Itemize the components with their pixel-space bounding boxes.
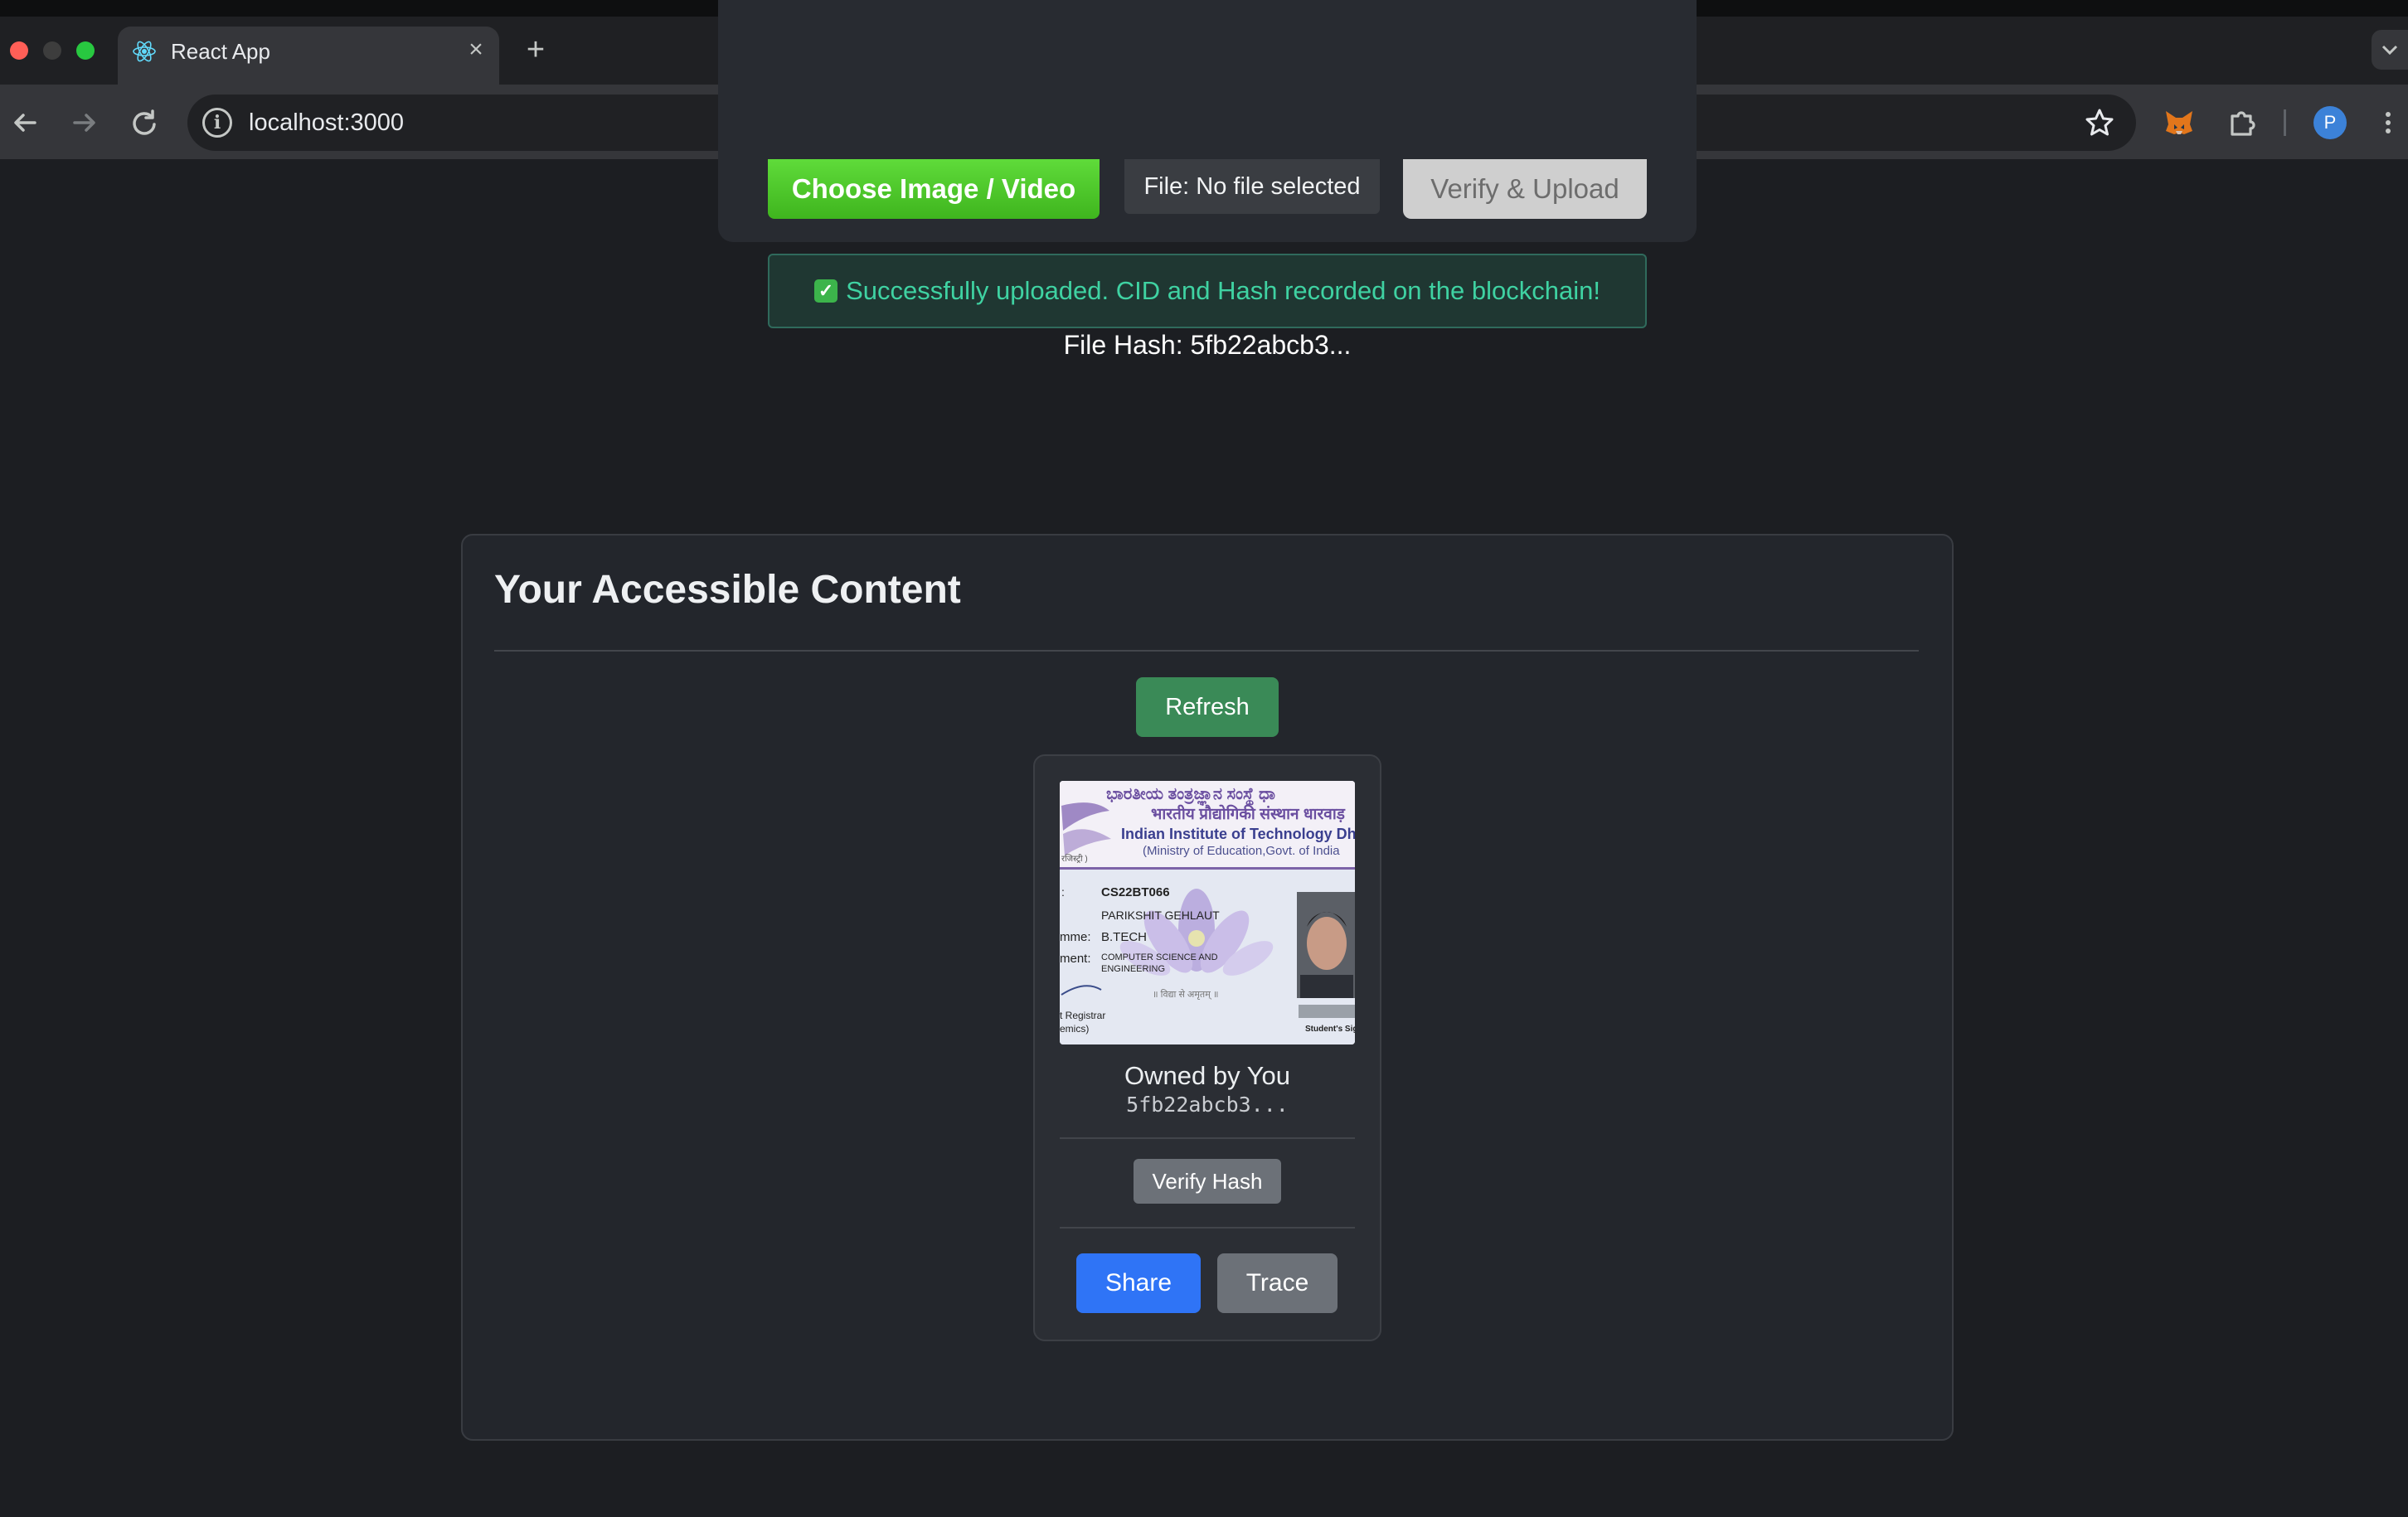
maximize-window-button[interactable] <box>76 41 95 60</box>
menu-kebab-icon[interactable] <box>2378 104 2398 141</box>
card-divider <box>1060 1137 1355 1139</box>
file-hash-text: File Hash: 5fb22abcb3... <box>1063 330 1352 360</box>
section-title: Your Accessible Content <box>494 568 961 612</box>
content-thumbnail[interactable]: ಭಾರತೀಯ ತಂತ್ರಜ್ಞಾನ ಸಂಸ್ಥೆ ಧಾ भारतीय प्रौद… <box>1060 781 1355 1044</box>
metamask-fox-icon[interactable] <box>2163 106 2196 139</box>
minimize-window-button[interactable] <box>43 41 61 60</box>
id-card-department-label: ment: <box>1060 952 1091 966</box>
id-card-department-1: COMPUTER SCIENCE AND <box>1101 952 1218 962</box>
bookmark-star-icon[interactable] <box>2081 104 2118 141</box>
id-card-registrar-2: emics) <box>1060 1023 1090 1035</box>
id-card-department-2: ENGINEERING <box>1101 964 1166 974</box>
selected-file-label: File: No file selected <box>1124 159 1380 214</box>
url-text[interactable]: localhost:3000 <box>249 108 404 138</box>
card-divider <box>1060 1227 1355 1229</box>
id-card-programme: B.TECH <box>1101 930 1148 944</box>
id-card-signature-label: Student's Sig <box>1305 1025 1355 1034</box>
react-favicon-icon <box>131 38 158 65</box>
success-alert: ✓ Successfully uploaded. CID and Hash re… <box>768 254 1647 328</box>
forward-arrow-icon[interactable] <box>66 104 103 141</box>
extensions-puzzle-icon[interactable] <box>2224 104 2260 141</box>
id-card-header-hindi: भारतीय प्रौद्योगिकी संस्थान धारवाड़ <box>1151 806 1345 823</box>
toolbar-divider <box>2284 109 2286 136</box>
success-message: Successfully uploaded. CID and Hash reco… <box>846 276 1600 305</box>
trace-button[interactable]: Trace <box>1217 1253 1338 1313</box>
close-window-button[interactable] <box>10 41 28 60</box>
id-card-motto: ॥ विद्या से अमृतम् ॥ <box>1153 990 1219 1000</box>
tab-search-chevron-icon[interactable] <box>2372 30 2408 70</box>
reload-icon[interactable] <box>126 104 163 141</box>
id-card-institute: Indian Institute of Technology Dha <box>1121 826 1355 842</box>
verify-upload-button[interactable]: Verify & Upload <box>1403 159 1647 219</box>
profile-avatar-icon[interactable]: P <box>2313 106 2347 139</box>
site-info-icon[interactable]: i <box>202 108 232 138</box>
refresh-button[interactable]: Refresh <box>1136 677 1279 737</box>
tab-title: React App <box>171 39 270 64</box>
id-card-roll-label: : <box>1061 885 1065 899</box>
id-card-programme-label: mme: <box>1060 930 1091 944</box>
back-arrow-icon[interactable] <box>7 104 43 141</box>
id-card-roll: CS22BT066 <box>1101 885 1170 899</box>
id-card-registrar-1: t Registrar <box>1060 1010 1106 1021</box>
id-card-small-left: रजिस्ट्री ) <box>1061 855 1088 864</box>
new-tab-button[interactable]: + <box>519 33 552 66</box>
choose-file-button[interactable]: Choose Image / Video <box>768 159 1100 219</box>
verify-hash-button[interactable]: Verify Hash <box>1134 1159 1281 1204</box>
item-hash: 5fb22abcb3... <box>1126 1093 1289 1117</box>
tab-close-icon[interactable]: × <box>461 35 491 65</box>
id-card-name: PARIKSHIT GEHLAUT <box>1101 909 1220 922</box>
section-divider <box>494 650 1919 652</box>
checkmark-icon: ✓ <box>814 279 838 303</box>
id-card-header-regional: ಭಾರತೀಯ ತಂತ್ರಜ್ಞಾನ ಸಂಸ್ಥೆ ಧಾ <box>1106 785 1275 803</box>
id-card-ministry: (Ministry of Education,Govt. of India <box>1143 844 1340 858</box>
share-button[interactable]: Share <box>1076 1253 1201 1313</box>
owner-label: Owned by You <box>1124 1061 1290 1090</box>
